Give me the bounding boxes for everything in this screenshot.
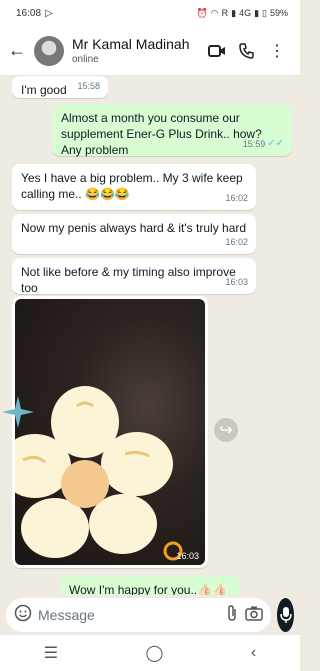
- back-nav-icon[interactable]: ‹: [251, 644, 256, 662]
- message-time: 15:59: [242, 139, 266, 149]
- contact-status: online: [72, 54, 99, 65]
- video-call-icon[interactable]: [202, 44, 232, 58]
- message-bubble[interactable]: I'm good 15:58: [12, 76, 108, 98]
- wifi-icon: ◠: [210, 7, 219, 18]
- alarm-icon: ⏰: [196, 7, 208, 18]
- message-bubble[interactable]: Almost a month you consume our supplemen…: [52, 104, 292, 157]
- chat-area[interactable]: I'm good 15:58 Almost a month you consum…: [0, 76, 300, 595]
- message-text: Wow I'm happy for you..👍🏻👍🏻: [69, 583, 228, 595]
- system-nav-bar: ☰ ◯ ‹: [0, 635, 300, 671]
- message-text: Yes I have a big problem.. My 3 wife kee…: [21, 171, 243, 201]
- message-text: Not like before & my timing also improve…: [21, 265, 236, 295]
- play-icon: ▷: [45, 7, 53, 19]
- message-time: 16:02: [225, 193, 248, 203]
- message-bubble[interactable]: Now my penis always hard & it's truly ha…: [12, 214, 256, 254]
- image-content[interactable]: 16:03: [15, 299, 205, 565]
- forward-icon[interactable]: ↪: [214, 418, 238, 442]
- message-meta: 15:59 ✓✓: [243, 136, 284, 152]
- message-input[interactable]: [38, 607, 219, 623]
- status-time: 16:08: [16, 7, 42, 19]
- network-label: R: [221, 8, 229, 18]
- camera-icon[interactable]: [245, 605, 263, 626]
- mic-icon: [279, 607, 292, 623]
- back-arrow-icon[interactable]: ←: [8, 40, 30, 61]
- signal-icon-2: ▮: [254, 7, 260, 18]
- message-time: 16:03: [225, 277, 248, 287]
- message-input-box[interactable]: [6, 598, 271, 632]
- attach-icon[interactable]: [225, 604, 239, 627]
- battery-icon: ▯: [262, 7, 267, 18]
- status-bar: 16:08 ▷ ⏰ ◠ R ▮ 4G ▮ ▯ 59%: [0, 0, 300, 26]
- message-bubble[interactable]: Yes I have a big problem.. My 3 wife kee…: [12, 164, 256, 210]
- message-time: 15:58: [77, 81, 100, 91]
- phone-call-icon[interactable]: [232, 42, 262, 59]
- message-bubble[interactable]: Wow I'm happy for you..👍🏻👍🏻: [60, 576, 240, 595]
- home-icon[interactable]: ◯: [146, 643, 164, 663]
- message-bubble[interactable]: Not like before & my timing also improve…: [12, 258, 256, 295]
- recent-apps-icon[interactable]: ☰: [44, 643, 58, 663]
- contact-name: Mr Kamal Madinah: [72, 36, 190, 52]
- message-text: Now my penis always hard & it's truly ha…: [21, 221, 247, 235]
- network-type: 4G: [239, 8, 252, 18]
- contact-info[interactable]: Mr Kamal Madinah online: [72, 36, 202, 65]
- more-options-icon[interactable]: ⋮: [262, 41, 292, 61]
- signal-icon: ▮: [231, 7, 237, 18]
- mic-button[interactable]: [277, 598, 294, 632]
- message-text: Almost a month you consume our supplemen…: [61, 111, 262, 157]
- flower-sticker: [15, 386, 183, 561]
- composer: [0, 595, 300, 635]
- double-check-icon: ✓✓: [267, 138, 284, 149]
- sticker-icon[interactable]: [14, 604, 32, 627]
- message-time: 16:03: [176, 551, 199, 561]
- battery-percent: 59%: [269, 8, 288, 18]
- message-time: 16:02: [225, 237, 248, 247]
- message-text: I'm good: [21, 83, 67, 97]
- image-message[interactable]: 16:03: [12, 296, 208, 568]
- sparkle-icon: [2, 396, 34, 428]
- chat-header: ← Mr Kamal Madinah online ⋮: [0, 26, 300, 76]
- avatar[interactable]: [34, 35, 64, 66]
